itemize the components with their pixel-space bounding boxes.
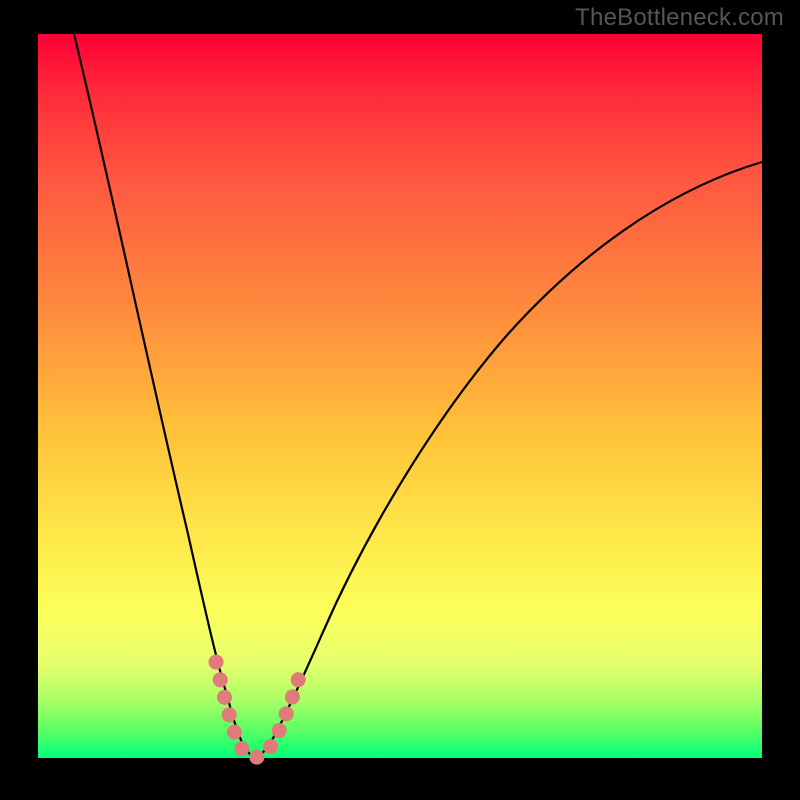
plot-area (38, 34, 762, 758)
bottleneck-curve (38, 34, 762, 758)
optimal-range-marker (216, 662, 300, 757)
curve-path (74, 34, 762, 756)
watermark-label: TheBottleneck.com (575, 4, 784, 32)
chart-container: TheBottleneck.com (0, 0, 800, 800)
